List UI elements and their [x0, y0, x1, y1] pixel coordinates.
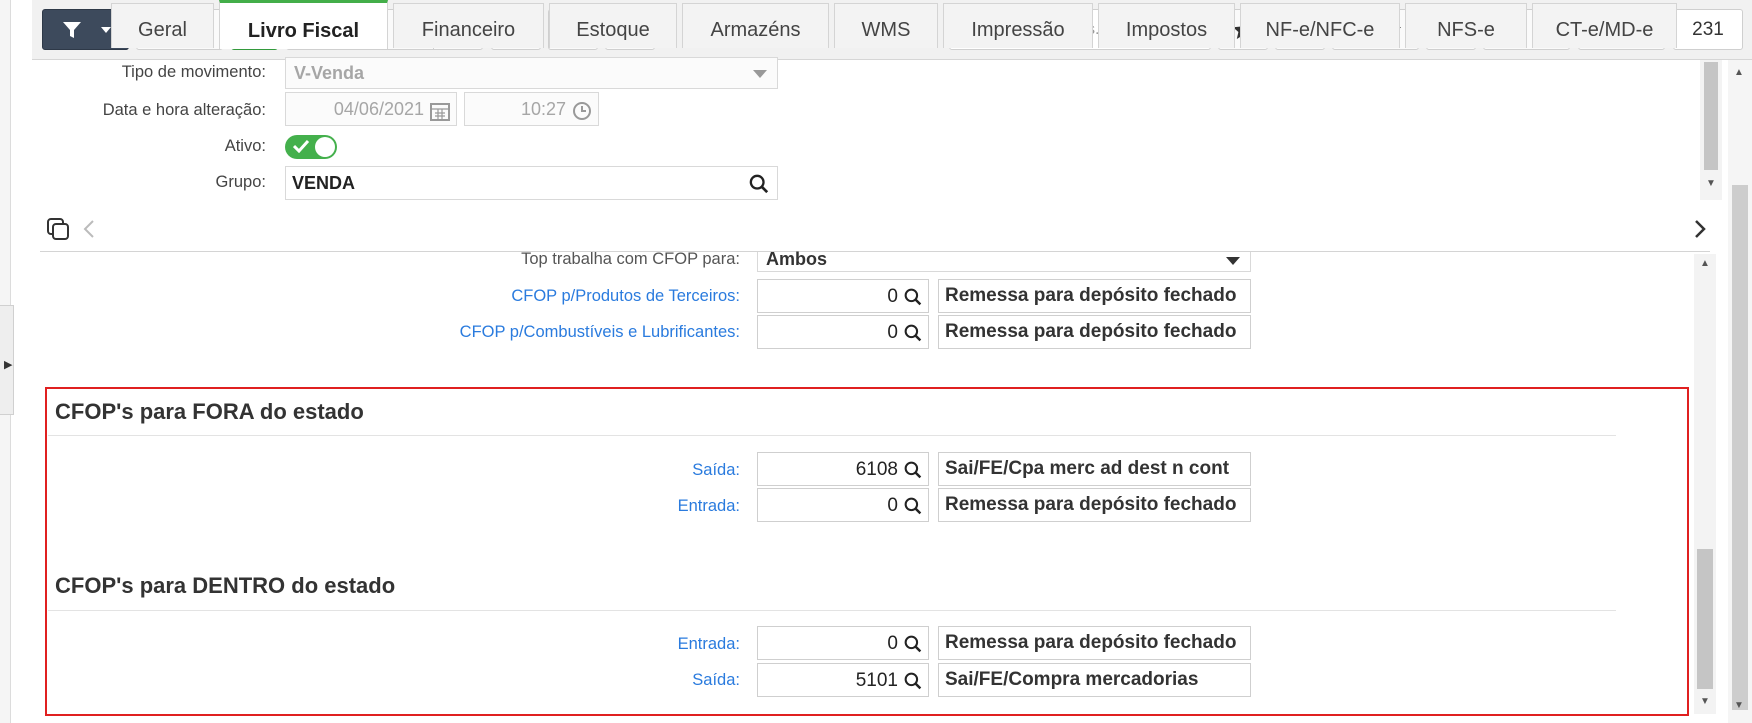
chevron-down-icon	[753, 70, 767, 78]
page-scroll-up-arrow[interactable]: ▲	[1734, 67, 1744, 78]
cfop-terceiros-label[interactable]: CFOP p/Produtos de Terceiros:	[511, 287, 740, 306]
data-alteracao-label: Data e hora alteração:	[102, 101, 266, 119]
tab-impostos[interactable]: Impostos	[1098, 3, 1235, 48]
content-scroll-up-arrow[interactable]: ▲	[1700, 258, 1710, 269]
fora-saida-label[interactable]: Saída:	[692, 461, 740, 480]
scroll-down-arrow[interactable]: ▼	[1706, 178, 1716, 189]
page-scroll-down-arrow[interactable]: ▼	[1734, 700, 1744, 711]
tab-livro-fiscal[interactable]: Livro Fiscal	[219, 0, 388, 49]
hora-alteracao-field: 10:27	[464, 92, 599, 126]
grupo-label: Grupo:	[215, 173, 266, 191]
fora-section-title: CFOP's para FORA do estado	[55, 399, 364, 424]
tab-armazens[interactable]: Armazéns	[682, 3, 829, 48]
fora-saida-desc: Sai/FE/Cpa merc ad dest n cont	[938, 452, 1251, 486]
top-trabalha-value: Ambos	[766, 249, 828, 269]
cfop-combustiveis-desc: Remessa para depósito fechado	[938, 315, 1251, 349]
content-scrollbar[interactable]	[1694, 254, 1716, 714]
grupo-field[interactable]: VENDA	[285, 166, 778, 200]
search-icon[interactable]	[904, 672, 922, 690]
fora-entrada-desc: Remessa para depósito fechado	[938, 488, 1251, 522]
page-scrollbar[interactable]	[1728, 60, 1752, 723]
dentro-entrada-input[interactable]: 0	[757, 626, 929, 660]
tipo-movimento-label: Tipo de movimento:	[121, 63, 266, 81]
top-trabalha-label: Top trabalha com CFOP para:	[521, 250, 740, 268]
top-trabalha-select[interactable]: Ambos	[757, 249, 1251, 272]
fora-entrada-label[interactable]: Entrada:	[678, 497, 740, 516]
content-scroll-down-arrow[interactable]: ▼	[1700, 696, 1710, 707]
ativo-label: Ativo:	[224, 137, 266, 155]
calendar-icon	[430, 103, 450, 121]
cfop-combustiveis-input[interactable]: 0	[757, 315, 929, 349]
tab-estoque[interactable]: Estoque	[549, 3, 677, 48]
tab-scroll-right-icon[interactable]	[1694, 220, 1706, 238]
tab-financeiro[interactable]: Financeiro	[393, 3, 544, 48]
divider	[48, 435, 1616, 436]
dentro-saida-desc: Sai/FE/Compra mercadorias	[938, 663, 1251, 697]
data-alteracao-value: 04/06/2021	[333, 99, 424, 119]
chevron-down-icon	[1226, 257, 1240, 265]
tipo-movimento-select: V-Venda	[285, 57, 778, 89]
search-icon[interactable]	[904, 324, 922, 342]
tab-nfe-nfce[interactable]: NF-e/NFC-e	[1240, 3, 1400, 48]
dentro-saida-label[interactable]: Saída:	[692, 671, 740, 690]
data-alteracao-field: 04/06/2021	[285, 92, 457, 126]
toggle-knob	[315, 137, 335, 157]
cfop-combustiveis-label[interactable]: CFOP p/Combustíveis e Lubrificantes:	[460, 323, 740, 342]
ativo-toggle[interactable]	[285, 135, 337, 159]
tab-scroll-left-icon[interactable]	[83, 220, 95, 238]
record-count: 231	[1673, 9, 1743, 50]
fora-saida-input[interactable]: 6108	[757, 452, 929, 486]
clock-icon	[573, 102, 591, 120]
fora-entrada-input[interactable]: 0	[757, 488, 929, 522]
dentro-entrada-desc: Remessa para depósito fechado	[938, 626, 1251, 660]
search-icon[interactable]	[749, 174, 769, 194]
copy-layout-icon[interactable]	[46, 217, 70, 241]
tab-impressao[interactable]: Impressão	[943, 3, 1093, 48]
tab-bar	[40, 204, 1710, 252]
cfop-terceiros-desc: Remessa para depósito fechado	[938, 279, 1251, 313]
dentro-entrada-code: 0	[887, 633, 898, 654]
tab-nfse[interactable]: NFS-e	[1405, 3, 1527, 48]
fora-entrada-code: 0	[887, 495, 898, 516]
grupo-value: VENDA	[292, 173, 356, 193]
chevron-down-icon	[100, 26, 111, 33]
dentro-saida-input[interactable]: 5101	[757, 663, 929, 697]
tab-geral[interactable]: Geral	[111, 3, 214, 48]
dentro-section-title: CFOP's para DENTRO do estado	[55, 573, 396, 598]
search-icon[interactable]	[904, 461, 922, 479]
cfop-terceiros-code: 0	[887, 286, 898, 307]
tipo-movimento-value: V-Venda	[294, 63, 365, 83]
left-gutter: ▶	[0, 0, 14, 723]
content-scroll-thumb[interactable]	[1697, 549, 1713, 689]
check-icon	[293, 139, 309, 153]
dentro-saida-code: 5101	[855, 670, 898, 691]
cfop-terceiros-input[interactable]: 0	[757, 279, 929, 313]
fora-saida-code: 6108	[855, 459, 898, 480]
search-icon[interactable]	[904, 497, 922, 515]
hora-alteracao-value: 10:27	[520, 99, 566, 119]
cfop-combustiveis-code: 0	[887, 322, 898, 343]
expand-panel-icon[interactable]: ▶	[4, 358, 12, 371]
filter-icon	[62, 21, 81, 38]
search-icon[interactable]	[904, 288, 922, 306]
page-scroll-thumb[interactable]	[1732, 185, 1748, 710]
scroll-thumb[interactable]	[1704, 62, 1718, 170]
dentro-entrada-label[interactable]: Entrada:	[678, 635, 740, 654]
tab-cte-mde[interactable]: CT-e/MD-e	[1532, 3, 1677, 48]
divider	[48, 610, 1616, 611]
search-icon[interactable]	[904, 635, 922, 653]
tab-wms[interactable]: WMS	[834, 3, 938, 48]
